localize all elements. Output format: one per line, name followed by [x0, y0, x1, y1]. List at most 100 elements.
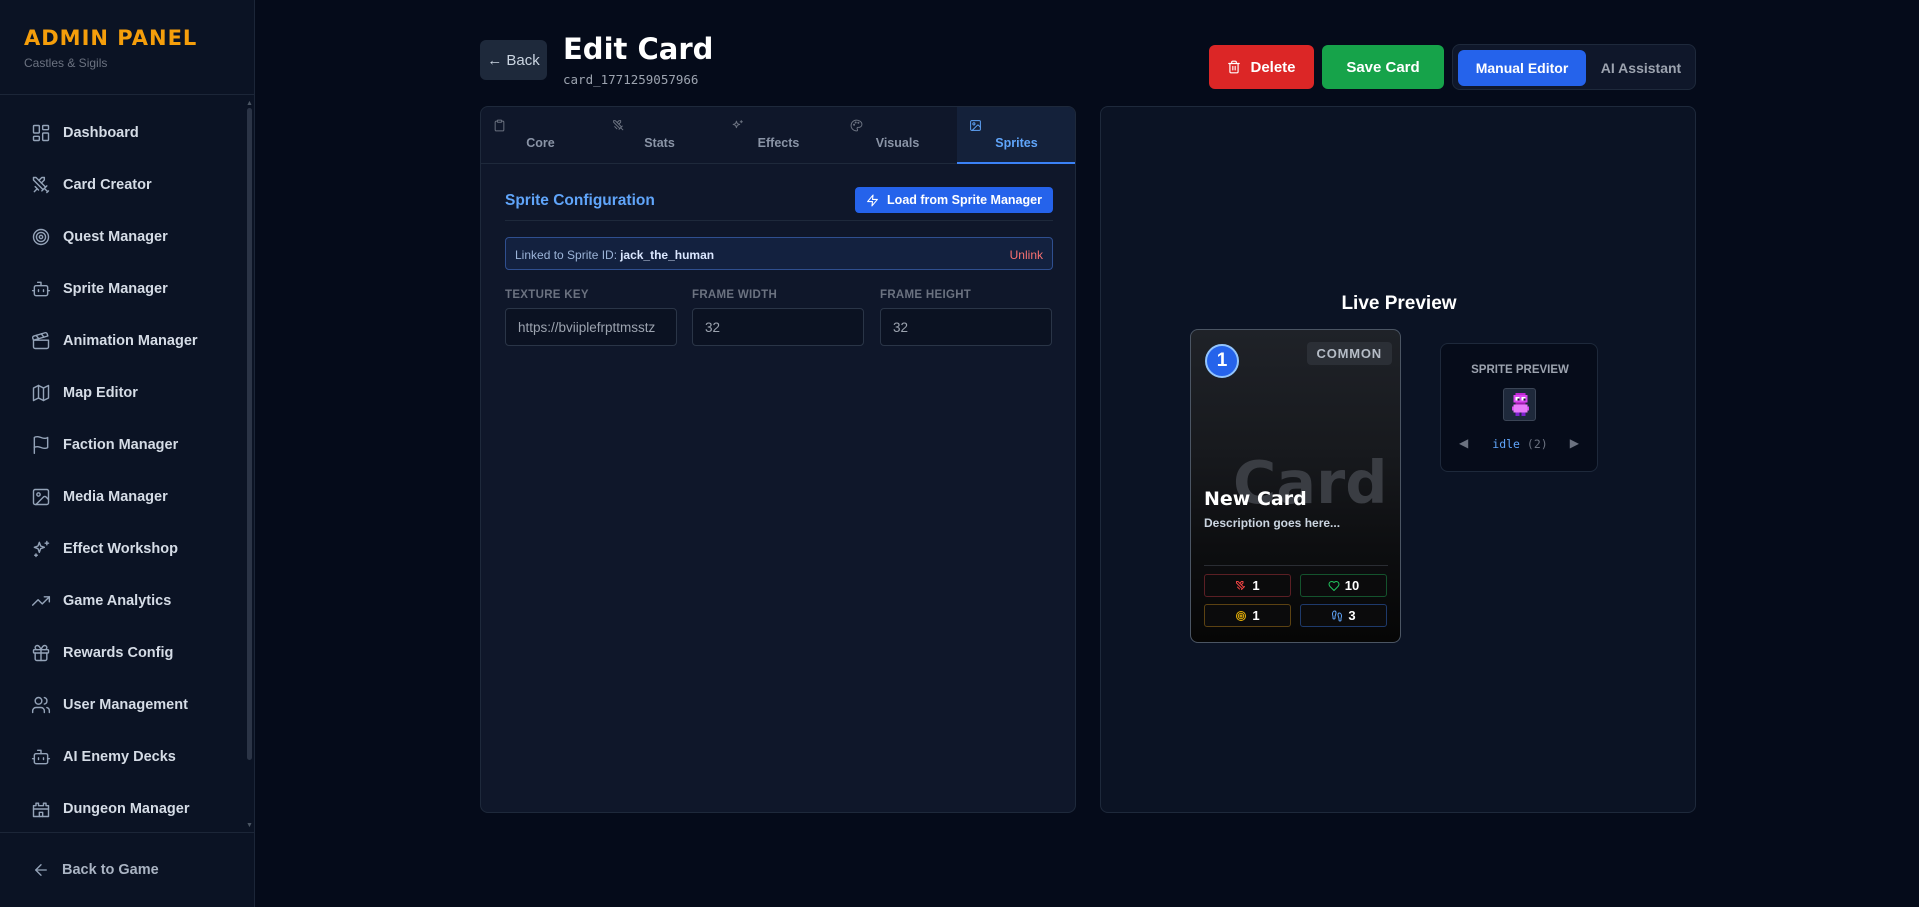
card-name: New Card	[1204, 488, 1307, 510]
zap-icon	[867, 194, 878, 206]
frame-height-label: FRAME HEIGHT	[880, 289, 972, 301]
linked-sprite-text: Linked to Sprite ID: jack_the_human	[515, 248, 714, 262]
sidebar-item-ai-enemy-decks[interactable]: AI Enemy Decks	[0, 731, 248, 783]
delete-label: Delete	[1250, 58, 1296, 76]
sidebar-item-label: Dashboard	[63, 125, 139, 141]
sidebar-item-game-analytics[interactable]: Game Analytics	[0, 575, 248, 627]
bot-icon	[31, 749, 51, 765]
card-id: card_1771259057966	[563, 72, 699, 87]
tab-stats[interactable]: Stats	[600, 107, 719, 164]
sidebar-item-faction-manager[interactable]: Faction Manager	[0, 419, 248, 471]
flag-icon	[33, 435, 49, 455]
sprite-preview-label: SPRITE PREVIEW	[1471, 364, 1569, 376]
tab-sprites[interactable]: Sprites	[957, 107, 1075, 164]
linked-sprite-banner: Linked to Sprite ID: jack_the_human Unlin…	[505, 237, 1053, 270]
animation-frame-count: (2)	[1526, 437, 1548, 451]
sparkles-icon	[33, 540, 50, 558]
editor-mode-toggle: Manual Editor AI Assistant	[1452, 44, 1696, 90]
tab-visuals[interactable]: Visuals	[838, 107, 957, 164]
sprite-next-button[interactable]: ▶	[1570, 436, 1579, 450]
tab-label: Visuals	[875, 136, 920, 150]
card-description: Description goes here...	[1204, 516, 1341, 530]
sidebar-item-quest-manager[interactable]: Quest Manager	[0, 211, 248, 263]
brand: ADMIN PANEL Castles & Sigils	[0, 0, 254, 95]
animation-label: idle	[1492, 437, 1520, 451]
scroll-down-icon[interactable]: ▼	[246, 822, 253, 829]
sidebar-scrollbar[interactable]	[247, 108, 252, 760]
scroll-up-icon[interactable]: ▲	[246, 100, 253, 107]
sidebar-item-sprite-manager[interactable]: Sprite Manager	[0, 263, 248, 315]
editor-tabs: Core Stats Effects Visuals Sprites	[481, 107, 1075, 164]
sidebar-item-label: Game Analytics	[63, 593, 172, 609]
tab-core[interactable]: Core	[481, 107, 600, 164]
sprite-character-icon	[1511, 392, 1530, 417]
sidebar-item-card-creator[interactable]: Card Creator	[0, 159, 248, 211]
brand-title: ADMIN PANEL	[24, 26, 198, 50]
editor-panel: Core Stats Effects Visuals Sprites Sprit…	[480, 106, 1076, 813]
sidebar-item-label: Map Editor	[63, 385, 138, 401]
sidebar-item-media-manager[interactable]: Media Manager	[0, 471, 248, 523]
sidebar-item-dashboard[interactable]: Dashboard	[0, 107, 248, 159]
delete-button[interactable]: Delete	[1209, 45, 1314, 89]
sidebar-item-map-editor[interactable]: Map Editor	[0, 367, 248, 419]
trending-up-icon	[31, 596, 51, 606]
sidebar-item-label: AI Enemy Decks	[63, 749, 176, 765]
sidebar-item-label: User Management	[63, 697, 188, 713]
card-preview: Card 1 COMMON New Card Description goes …	[1190, 329, 1401, 643]
page-title: Edit Card	[563, 32, 714, 66]
frame-height-input[interactable]	[880, 308, 1052, 346]
sparkles-icon	[732, 120, 743, 129]
sidebar-item-dungeon-manager[interactable]: Dungeon Manager	[0, 783, 248, 832]
attack-value: 1	[1252, 578, 1260, 593]
section-divider	[505, 220, 1053, 221]
preview-title: Live Preview	[1341, 293, 1457, 314]
tab-effects[interactable]: Effects	[719, 107, 838, 164]
clipboard-icon	[494, 119, 505, 132]
target-icon	[1236, 610, 1247, 621]
attack-stat: 1	[1204, 574, 1291, 597]
cost-badge: 1	[1205, 344, 1239, 378]
target-icon	[32, 228, 50, 246]
image-icon	[970, 120, 981, 131]
sidebar-item-effect-workshop[interactable]: Effect Workshop	[0, 523, 248, 575]
sidebar-item-label: Sprite Manager	[63, 281, 168, 297]
dashboard-icon	[32, 124, 50, 142]
image-icon	[32, 488, 50, 506]
save-card-button[interactable]: Save Card	[1322, 45, 1444, 89]
gift-icon	[32, 644, 50, 662]
range-stat: 1	[1204, 604, 1291, 627]
texture-key-input[interactable]	[505, 308, 677, 346]
frame-width-input[interactable]	[692, 308, 864, 346]
swords-icon	[1236, 580, 1246, 590]
movement-stat: 3	[1300, 604, 1387, 627]
tab-label: Sprites	[995, 136, 1038, 150]
back-to-game-label: Back to Game	[62, 862, 159, 878]
linked-sprite-id: jack_the_human	[620, 248, 715, 262]
footprints-icon	[1332, 610, 1343, 621]
linked-prefix: Linked to Sprite ID:	[515, 248, 618, 262]
sidebar-item-label: Faction Manager	[63, 437, 179, 453]
tab-label: Effects	[757, 136, 800, 150]
tab-label: Stats	[644, 136, 675, 150]
tab-label: Core	[526, 136, 555, 150]
swords-icon	[613, 120, 624, 131]
health-stat: 10	[1300, 574, 1387, 597]
swords-icon	[32, 176, 50, 194]
back-to-game-link[interactable]: Back to Game	[0, 832, 255, 907]
sidebar-item-label: Rewards Config	[63, 645, 174, 661]
sidebar-item-label: Card Creator	[63, 177, 152, 193]
load-from-sprite-manager-button[interactable]: Load from Sprite Manager	[855, 187, 1053, 213]
users-icon	[31, 696, 51, 714]
back-button[interactable]: ← Back	[480, 40, 547, 80]
clapperboard-icon	[31, 331, 50, 350]
unlink-button[interactable]: Unlink	[1010, 248, 1043, 262]
sidebar-item-label: Animation Manager	[63, 333, 198, 349]
ai-assistant-button[interactable]: AI Assistant	[1589, 50, 1693, 86]
manual-editor-button[interactable]: Manual Editor	[1458, 50, 1586, 86]
sidebar-item-rewards-config[interactable]: Rewards Config	[0, 627, 248, 679]
sidebar-item-animation-manager[interactable]: Animation Manager	[0, 315, 248, 367]
range-value: 1	[1252, 608, 1260, 623]
sidebar-item-label: Quest Manager	[63, 229, 168, 245]
castle-icon	[32, 802, 50, 818]
sidebar-item-user-management[interactable]: User Management	[0, 679, 248, 731]
